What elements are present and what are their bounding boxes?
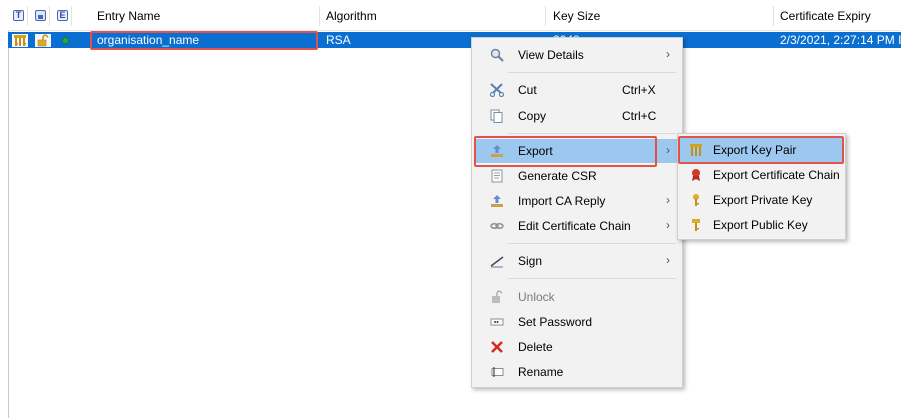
column-separator bbox=[27, 6, 28, 26]
menu-item-cut[interactable]: Cut Ctrl+X bbox=[474, 78, 680, 102]
submenu-item-export-private-key[interactable]: Export Private Key bbox=[680, 188, 843, 212]
menu-item-import-ca-reply[interactable]: Import CA Reply › bbox=[474, 189, 680, 213]
chevron-right-icon: › bbox=[666, 218, 670, 232]
context-menu: View Details › Cut Ctrl+X Copy Ctrl+C Ex… bbox=[471, 37, 683, 388]
column-separator bbox=[773, 6, 774, 26]
table-header: T E Entry Name Algorithm Key Size Certif… bbox=[8, 0, 901, 31]
scissors-icon bbox=[490, 83, 504, 97]
menu-separator bbox=[508, 133, 676, 134]
table-left-border bbox=[8, 30, 9, 418]
chain-icon bbox=[490, 219, 504, 233]
menu-separator bbox=[508, 243, 676, 244]
column-separator bbox=[49, 6, 50, 26]
chevron-right-icon: › bbox=[666, 143, 670, 157]
menu-separator bbox=[508, 278, 676, 279]
menu-item-copy[interactable]: Copy Ctrl+C bbox=[474, 104, 680, 128]
status-dot-icon bbox=[58, 34, 72, 47]
menu-item-generate-csr[interactable]: Generate CSR bbox=[474, 164, 680, 188]
expiry-column-icon[interactable]: E bbox=[57, 10, 68, 21]
pen-icon bbox=[490, 254, 504, 268]
submenu-item-export-public-key[interactable]: Export Public Key bbox=[680, 213, 843, 237]
annotation-highlight-entry bbox=[90, 31, 318, 50]
header-certificate-expiry[interactable]: Certificate Expiry bbox=[780, 8, 871, 24]
copy-icon bbox=[490, 109, 504, 123]
menu-item-set-password[interactable]: Set Password bbox=[474, 310, 680, 334]
header-algorithm[interactable]: Algorithm bbox=[326, 8, 377, 24]
menu-item-view-details[interactable]: View Details › bbox=[474, 43, 680, 67]
unlock-icon bbox=[490, 290, 504, 304]
csr-document-icon bbox=[490, 169, 504, 183]
lock-column-icon[interactable] bbox=[35, 10, 46, 21]
menu-item-edit-certificate-chain[interactable]: Edit Certificate Chain › bbox=[474, 214, 680, 238]
header-entry-name[interactable]: Entry Name bbox=[97, 8, 160, 24]
chevron-right-icon: › bbox=[666, 253, 670, 267]
header-key-size[interactable]: Key Size bbox=[553, 8, 600, 24]
column-separator bbox=[71, 6, 72, 26]
private-key-icon bbox=[689, 193, 703, 207]
import-icon bbox=[490, 194, 504, 208]
key-pair-icon bbox=[12, 34, 28, 47]
annotation-highlight-export bbox=[474, 136, 657, 167]
menu-separator bbox=[508, 72, 676, 73]
magnifier-icon bbox=[490, 48, 504, 62]
certificate-expiry-cell: 2/3/2021, 2:27:14 PM IST bbox=[780, 33, 901, 47]
password-icon bbox=[490, 315, 504, 329]
menu-item-rename[interactable]: Rename bbox=[474, 360, 680, 384]
menu-item-delete[interactable]: Delete bbox=[474, 335, 680, 359]
certificate-ribbon-icon bbox=[689, 168, 703, 182]
rename-icon bbox=[490, 365, 504, 379]
menu-item-sign[interactable]: Sign › bbox=[474, 249, 680, 273]
chevron-right-icon: › bbox=[666, 193, 670, 207]
delete-x-icon bbox=[490, 340, 504, 354]
chevron-right-icon: › bbox=[666, 47, 670, 61]
menu-item-unlock[interactable]: Unlock bbox=[474, 285, 680, 309]
unlocked-icon bbox=[35, 34, 51, 47]
annotation-highlight-export-key-pair bbox=[678, 136, 844, 164]
algorithm-cell: RSA bbox=[326, 33, 351, 47]
submenu-item-export-certificate-chain[interactable]: Export Certificate Chain bbox=[680, 163, 843, 187]
column-separator bbox=[319, 6, 320, 26]
type-column-icon[interactable]: T bbox=[13, 10, 24, 21]
public-key-icon bbox=[689, 218, 703, 232]
column-separator bbox=[545, 6, 546, 26]
